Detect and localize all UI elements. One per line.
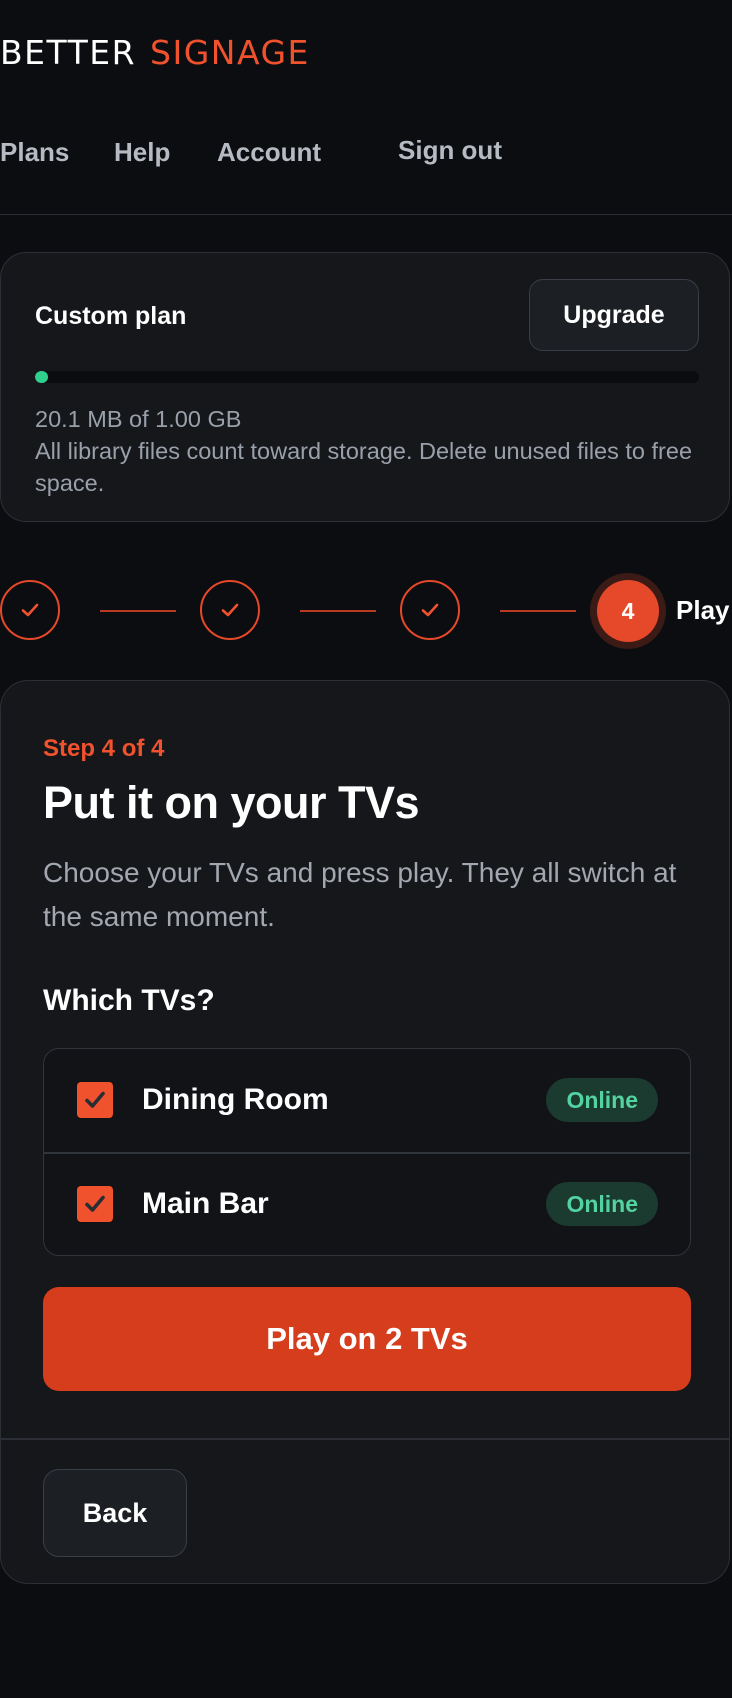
storage-card: Custom plan Upgrade 20.1 MB of 1.00 GB A… bbox=[0, 252, 730, 522]
checkmark-icon bbox=[85, 1195, 105, 1212]
step-title: Put it on your TVs bbox=[43, 777, 420, 828]
plan-name: Custom plan bbox=[35, 302, 187, 330]
storage-used-text: 20.1 MB of 1.00 GB bbox=[35, 406, 242, 432]
status-badge: Online bbox=[546, 1182, 658, 1226]
step-connector bbox=[300, 610, 376, 612]
tv-row-dining-room[interactable]: Dining Room Online bbox=[44, 1049, 690, 1152]
tv-row-main-bar[interactable]: Main Bar Online bbox=[44, 1153, 690, 1255]
brand-word-better: BETTER bbox=[0, 33, 137, 72]
brand-word-signage: SIGNAGE bbox=[150, 33, 310, 72]
check-icon bbox=[21, 603, 39, 617]
step-3-completed[interactable] bbox=[400, 580, 460, 640]
nav-plans-link[interactable]: Plans bbox=[0, 134, 69, 170]
card-footer-divider bbox=[1, 1438, 729, 1440]
nav-account-link[interactable]: Account bbox=[217, 134, 321, 170]
storage-progress-fill bbox=[35, 371, 49, 383]
nav-sign-out-link[interactable]: Sign out bbox=[398, 132, 502, 168]
tv-checkbox[interactable] bbox=[77, 1186, 113, 1222]
check-icon bbox=[421, 603, 439, 617]
check-icon bbox=[221, 603, 239, 617]
upgrade-button[interactable]: Upgrade bbox=[529, 279, 699, 351]
tv-checkbox[interactable] bbox=[77, 1082, 113, 1118]
step-4-active: 4 bbox=[597, 580, 659, 642]
step-description: Choose your TVs and press play. They all… bbox=[43, 857, 677, 932]
nav-help-link[interactable]: Help bbox=[114, 134, 170, 170]
progress-stepper: 4 Play bbox=[0, 580, 732, 642]
back-button[interactable]: Back bbox=[43, 1469, 187, 1557]
play-on-tvs-button[interactable]: Play on 2 TVs bbox=[43, 1287, 691, 1391]
step-connector bbox=[500, 610, 576, 612]
tv-list: Dining Room Online Main Bar Online bbox=[43, 1048, 691, 1256]
storage-note: All library files count toward storage. … bbox=[35, 438, 693, 496]
tv-selection-heading: Which TVs? bbox=[43, 984, 215, 1017]
step-counter: Step 4 of 4 bbox=[43, 735, 165, 762]
checkmark-icon bbox=[85, 1091, 105, 1108]
tv-name: Dining Room bbox=[142, 1083, 329, 1116]
step-connector bbox=[100, 610, 176, 612]
header-divider bbox=[0, 214, 732, 215]
storage-progress-bar bbox=[35, 371, 699, 383]
tv-name: Main Bar bbox=[142, 1187, 269, 1220]
step-4-label: Play bbox=[676, 595, 730, 625]
top-nav: Plans Help Account Sign out bbox=[0, 134, 560, 170]
step-1-completed[interactable] bbox=[0, 580, 60, 640]
play-step-card: Step 4 of 4 Put it on your TVs Choose yo… bbox=[0, 680, 730, 1584]
brand-logo[interactable]: BETTER SIGNAGE bbox=[0, 30, 310, 76]
step-2-completed[interactable] bbox=[200, 580, 260, 640]
status-badge: Online bbox=[546, 1078, 658, 1122]
